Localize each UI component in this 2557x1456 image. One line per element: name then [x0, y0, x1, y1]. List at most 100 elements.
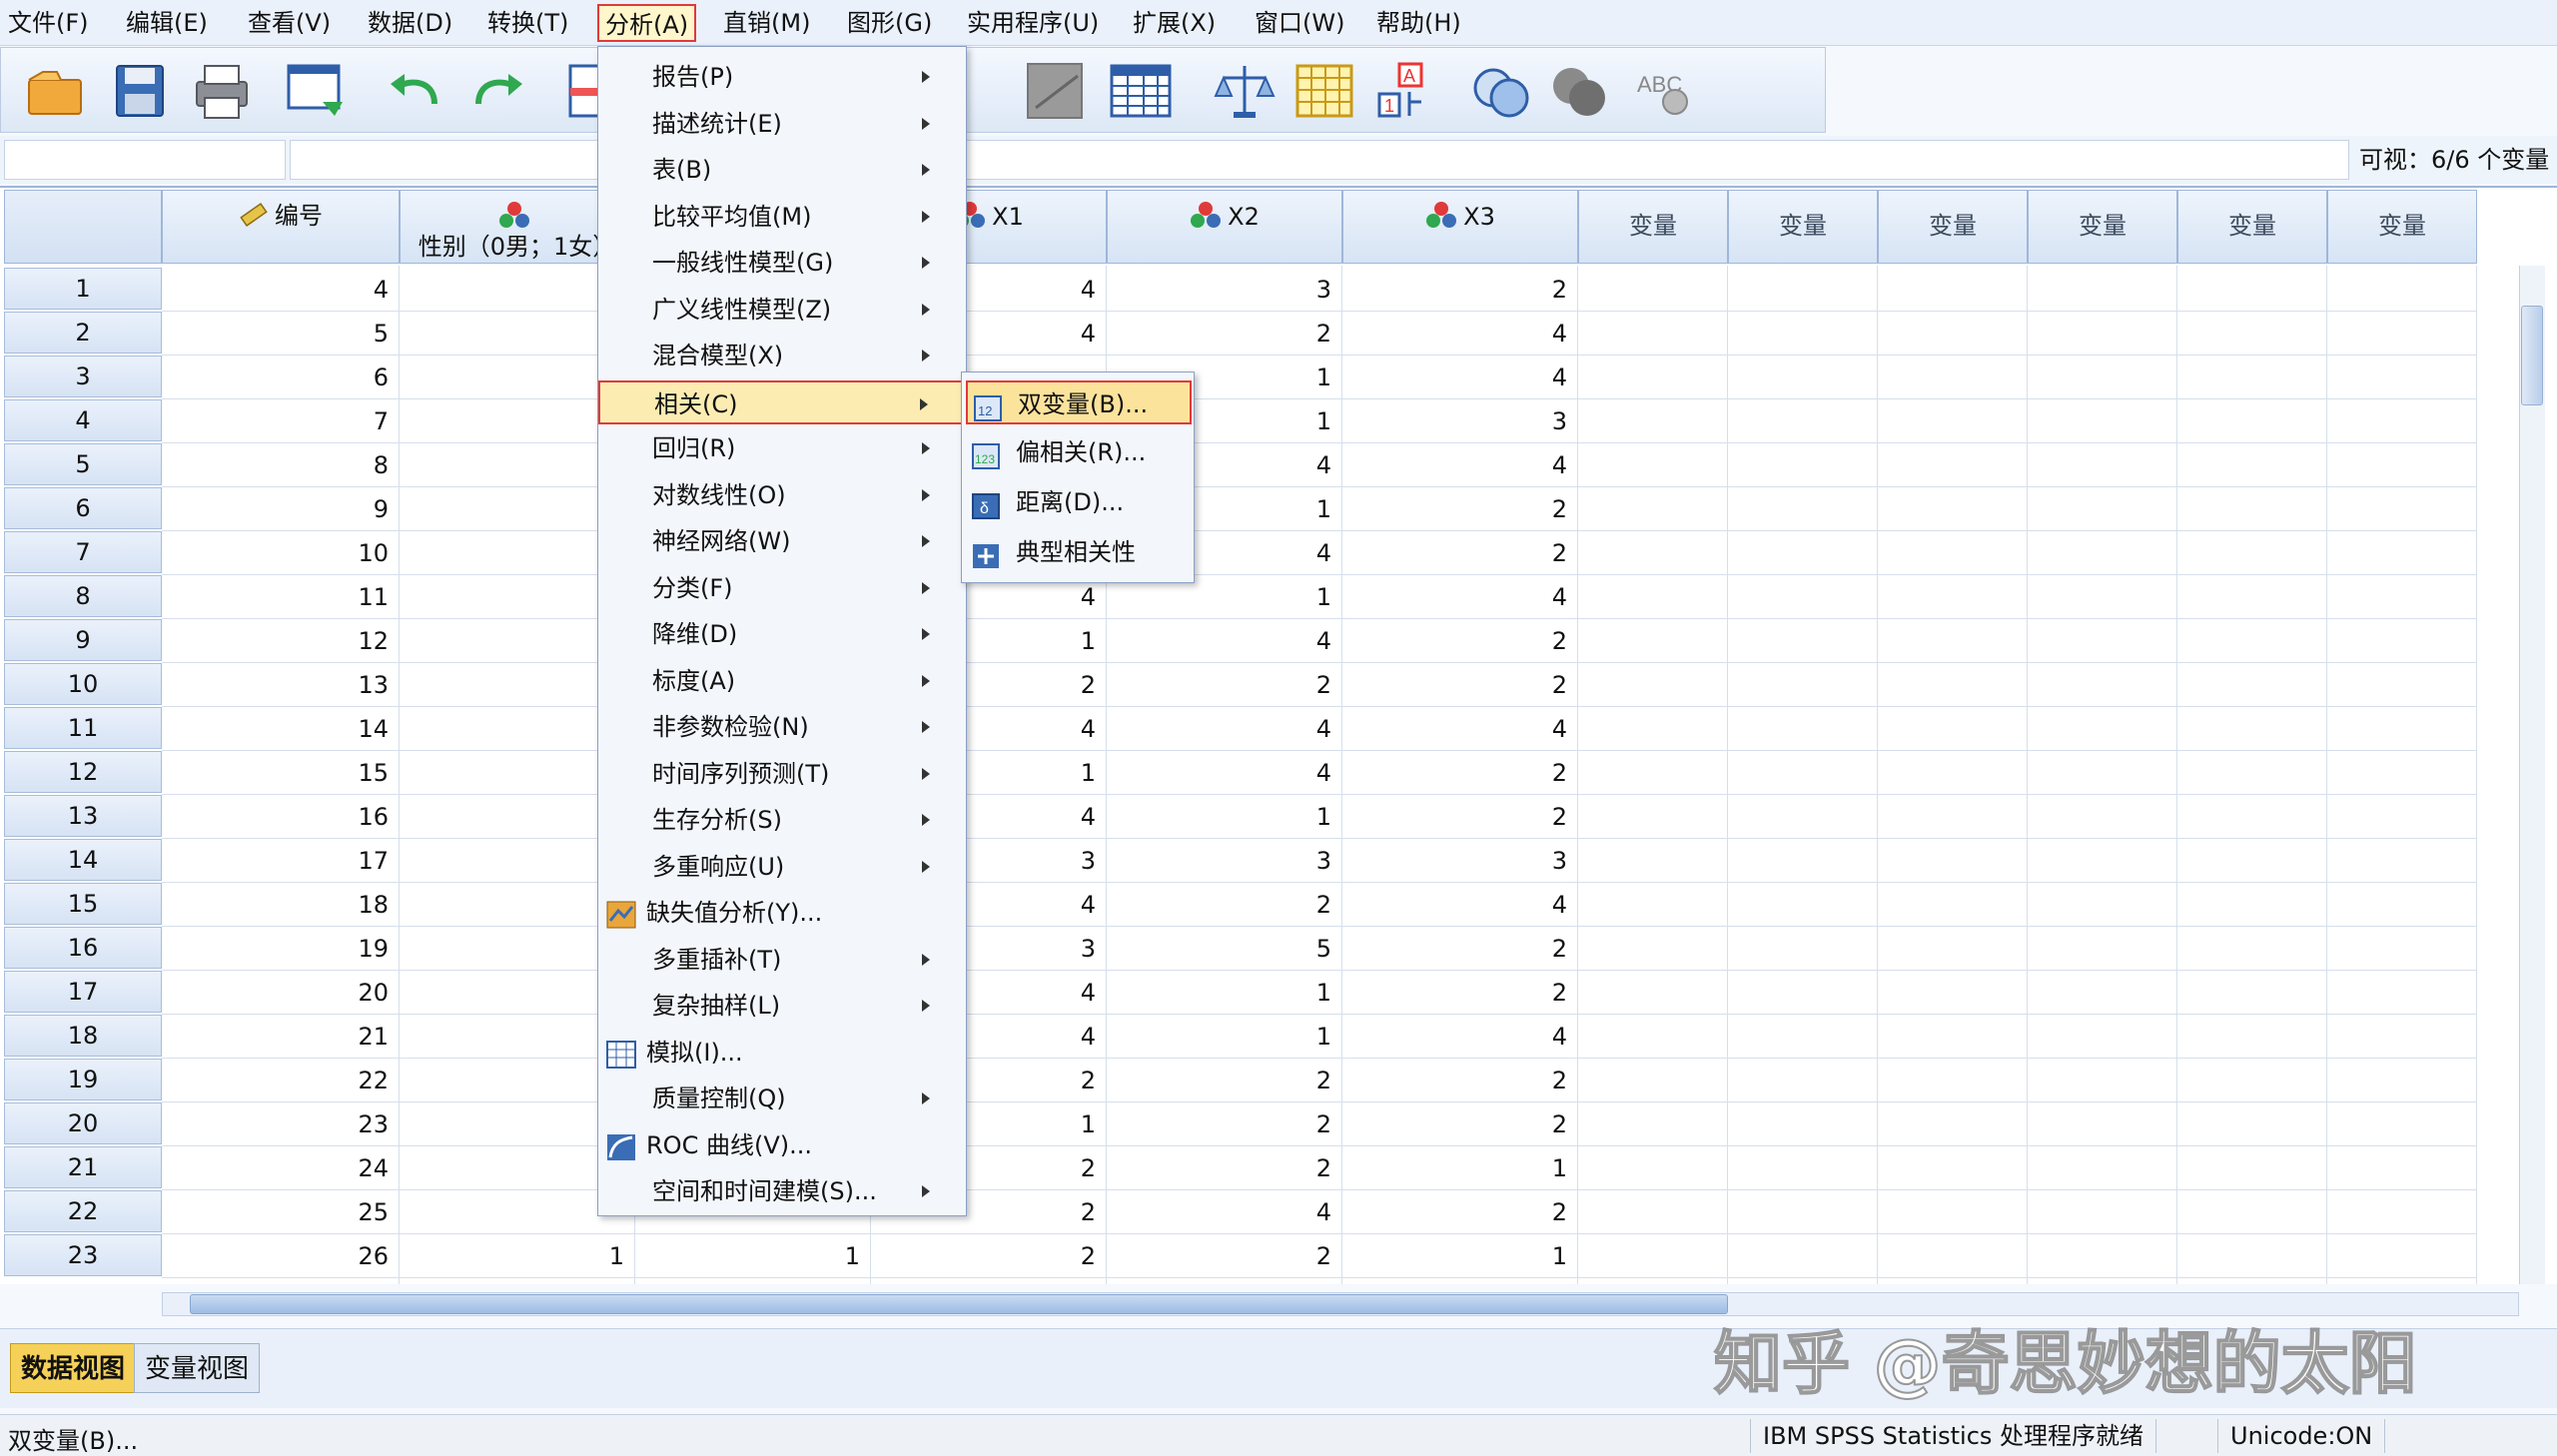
row-header[interactable]: 12	[4, 751, 162, 793]
data-cell[interactable]	[1728, 487, 1878, 531]
data-cell[interactable]	[2028, 1059, 2177, 1102]
data-cell[interactable]	[1728, 751, 1878, 795]
data-cell[interactable]	[1728, 1146, 1878, 1190]
data-cell[interactable]: 3	[1342, 839, 1578, 883]
correlate-submenu-item-2[interactable]: δ 距离(D)...	[966, 480, 1192, 524]
data-cell[interactable]	[2327, 751, 2477, 795]
analyze-menu-item-20[interactable]: 复杂抽样(L)	[598, 984, 966, 1028]
data-cell[interactable]: 3	[1342, 399, 1578, 443]
row-header[interactable]: 1	[4, 268, 162, 310]
data-cell[interactable]	[2327, 971, 2477, 1015]
row-header[interactable]: 19	[4, 1059, 162, 1100]
data-cell[interactable]	[1878, 1015, 2028, 1059]
data-cell[interactable]: 2	[1107, 663, 1342, 707]
data-cell[interactable]	[1878, 399, 2028, 443]
correlate-submenu-item-1[interactable]: 123 偏相关(R)...	[966, 430, 1192, 474]
data-cell[interactable]: 1	[1107, 971, 1342, 1015]
data-cell[interactable]: 2	[1342, 268, 1578, 312]
row-header[interactable]: 15	[4, 883, 162, 925]
analyze-menu-item-15[interactable]: 时间序列预测(T)	[598, 752, 966, 796]
data-cell[interactable]: 26	[162, 1234, 400, 1278]
menu-7[interactable]: 图形(G)	[841, 4, 938, 42]
data-cell[interactable]	[2177, 1146, 2327, 1190]
data-cell[interactable]: 10	[162, 531, 400, 575]
data-cell[interactable]: 24	[162, 1146, 400, 1190]
data-cell[interactable]: 4	[1342, 883, 1578, 927]
data-cell[interactable]	[2028, 619, 2177, 663]
data-cell[interactable]	[1728, 795, 1878, 839]
menu-6[interactable]: 直销(M)	[717, 4, 816, 42]
data-cell[interactable]	[2177, 1015, 2327, 1059]
data-cell[interactable]	[2327, 619, 2477, 663]
data-cell[interactable]	[1878, 1190, 2028, 1234]
data-cell[interactable]	[1878, 751, 2028, 795]
data-cell[interactable]	[2028, 707, 2177, 751]
data-cell[interactable]	[1578, 531, 1728, 575]
data-cell[interactable]	[2327, 531, 2477, 575]
data-cell[interactable]	[1578, 443, 1728, 487]
data-cell[interactable]: 16	[162, 795, 400, 839]
data-cell[interactable]: 4	[1342, 312, 1578, 356]
data-cell[interactable]	[2177, 399, 2327, 443]
data-cell[interactable]	[1578, 312, 1728, 356]
data-cell[interactable]	[2327, 663, 2477, 707]
row-header[interactable]: 4	[4, 399, 162, 441]
insert-cases-icon[interactable]	[1022, 58, 1088, 124]
data-cell[interactable]: 6	[162, 356, 400, 399]
analyze-menu-item-21[interactable]: 模拟(I)...	[598, 1031, 966, 1075]
data-cell[interactable]	[1728, 883, 1878, 927]
data-cell[interactable]	[1578, 487, 1728, 531]
menu-3[interactable]: 数据(D)	[362, 4, 458, 42]
analyze-menu-item-5[interactable]: 广义线性模型(Z)	[598, 288, 966, 332]
data-cell[interactable]	[2177, 795, 2327, 839]
data-cell[interactable]: 8	[162, 443, 400, 487]
data-cell[interactable]	[1728, 312, 1878, 356]
data-cell[interactable]: 2	[1107, 1146, 1342, 1190]
use-sets-icon[interactable]	[1547, 58, 1613, 124]
data-cell[interactable]	[1878, 619, 2028, 663]
data-cell[interactable]	[2028, 883, 2177, 927]
data-cell[interactable]: 1	[1107, 1015, 1342, 1059]
data-cell[interactable]	[2028, 751, 2177, 795]
data-cell[interactable]: 4	[1342, 1015, 1578, 1059]
open-folder-icon[interactable]	[23, 58, 89, 124]
data-cell[interactable]	[2327, 707, 2477, 751]
data-cell[interactable]: 4	[1107, 619, 1342, 663]
data-cell[interactable]	[1728, 1190, 1878, 1234]
analyze-menu-item-3[interactable]: 比较平均值(M)	[598, 195, 966, 239]
data-cell[interactable]: 2	[1342, 1059, 1578, 1102]
data-cell[interactable]	[2177, 356, 2327, 399]
data-cell[interactable]: 2	[1342, 971, 1578, 1015]
data-cell[interactable]	[1728, 575, 1878, 619]
data-cell[interactable]	[2327, 1146, 2477, 1190]
menu-1[interactable]: 编辑(E)	[120, 4, 214, 42]
menu-11[interactable]: 帮助(H)	[1370, 4, 1467, 42]
data-cell[interactable]	[2028, 268, 2177, 312]
data-cell[interactable]	[2028, 971, 2177, 1015]
horizontal-scroll-thumb[interactable]	[190, 1294, 1728, 1314]
data-cell[interactable]: 2	[1342, 487, 1578, 531]
analyze-menu-item-13[interactable]: 标度(A)	[598, 659, 966, 703]
data-cell[interactable]: 4	[1342, 443, 1578, 487]
data-cell[interactable]	[2177, 619, 2327, 663]
data-cell[interactable]	[2028, 1146, 2177, 1190]
data-cell[interactable]: 2	[1107, 883, 1342, 927]
data-cell[interactable]	[1728, 1015, 1878, 1059]
data-cell[interactable]	[2177, 487, 2327, 531]
data-cell[interactable]: 2	[1342, 531, 1578, 575]
grid-corner[interactable]	[4, 190, 162, 264]
data-cell[interactable]	[2327, 399, 2477, 443]
data-cell[interactable]	[1578, 795, 1728, 839]
analyze-menu-item-10[interactable]: 神经网络(W)	[598, 519, 966, 563]
data-cell[interactable]	[1578, 1102, 1728, 1146]
data-cell[interactable]: 4	[1342, 575, 1578, 619]
data-cell[interactable]	[2177, 1102, 2327, 1146]
data-cell[interactable]	[2028, 1102, 2177, 1146]
data-cell[interactable]	[1578, 1234, 1728, 1278]
data-cell[interactable]	[2028, 575, 2177, 619]
data-cell[interactable]: 7	[162, 399, 400, 443]
select-cases-icon[interactable]: A1	[1373, 58, 1439, 124]
column-header-4[interactable]: X2	[1107, 190, 1342, 264]
data-cell[interactable]	[2177, 1190, 2327, 1234]
column-header-5[interactable]: X3	[1342, 190, 1578, 264]
